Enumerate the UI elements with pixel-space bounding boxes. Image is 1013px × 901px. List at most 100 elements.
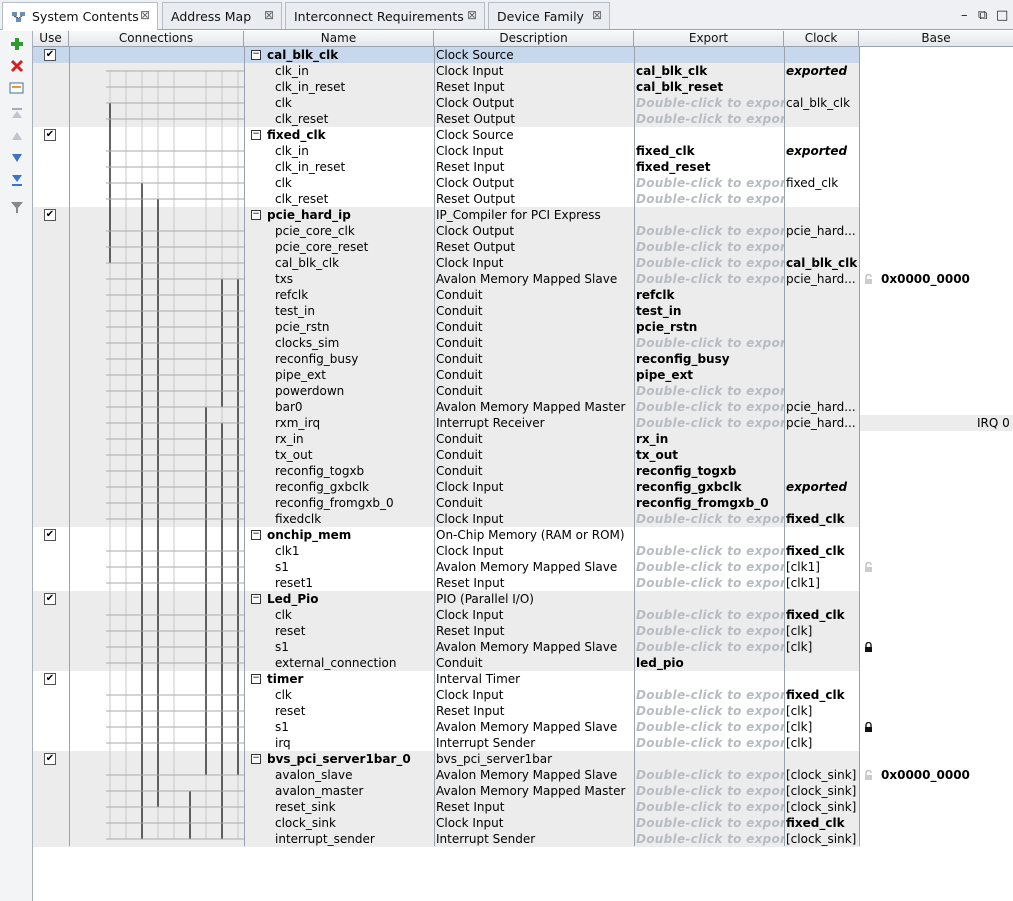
clock-cell[interactable]: [clk1] <box>786 575 859 591</box>
clock-cell[interactable]: fixed_clk <box>786 687 859 703</box>
export-cell[interactable]: Double-click to export <box>636 415 784 431</box>
clock-cell[interactable] <box>786 287 859 303</box>
remove-icon[interactable] <box>7 56 27 76</box>
collapse-toggle-icon[interactable]: − <box>251 674 261 684</box>
export-cell[interactable]: Double-click to export <box>636 543 784 559</box>
export-cell[interactable]: Double-click to export <box>636 703 784 719</box>
use-checkbox[interactable]: ✔ <box>44 129 56 141</box>
clock-cell[interactable]: fixed_clk <box>786 815 859 831</box>
tab-system-contents[interactable]: System Contents ⊠ <box>2 2 158 30</box>
export-cell[interactable]: fixed_reset <box>636 159 784 175</box>
clock-cell[interactable]: [clk1] <box>786 559 859 575</box>
clock-cell[interactable] <box>786 751 859 767</box>
export-cell[interactable]: Double-click to export <box>636 175 784 191</box>
collapse-toggle-icon[interactable]: − <box>251 754 261 764</box>
export-cell[interactable] <box>636 47 784 63</box>
export-cell[interactable]: Double-click to export <box>636 223 784 239</box>
export-cell[interactable]: Double-click to export <box>636 399 784 415</box>
export-cell[interactable]: pipe_ext <box>636 367 784 383</box>
export-cell[interactable]: Double-click to export <box>636 799 784 815</box>
clock-cell[interactable]: [clk] <box>786 639 859 655</box>
close-icon[interactable]: ⊠ <box>592 8 602 22</box>
clock-cell[interactable]: pcie_hard... <box>786 415 859 431</box>
export-cell[interactable]: Double-click to export <box>636 271 784 287</box>
export-cell[interactable]: Double-click to export <box>636 95 784 111</box>
export-cell[interactable] <box>636 527 784 543</box>
connections-wires[interactable] <box>70 47 245 862</box>
edit-icon[interactable] <box>7 78 27 98</box>
clock-cell[interactable]: exported <box>786 143 859 159</box>
export-cell[interactable]: Double-click to export <box>636 239 784 255</box>
unlock-icon[interactable] <box>864 561 873 572</box>
clock-cell[interactable]: fixed_clk <box>786 543 859 559</box>
export-cell[interactable]: Double-click to export <box>636 335 784 351</box>
col-export[interactable]: Export <box>634 31 784 47</box>
clock-cell[interactable] <box>786 239 859 255</box>
clock-cell[interactable] <box>786 79 859 95</box>
clock-cell[interactable] <box>786 191 859 207</box>
export-cell[interactable]: cal_blk_reset <box>636 79 784 95</box>
collapse-toggle-icon[interactable]: − <box>251 50 261 60</box>
clock-cell[interactable] <box>786 431 859 447</box>
add-icon[interactable] <box>7 34 27 54</box>
col-base[interactable]: Base <box>859 31 1013 47</box>
clock-cell[interactable] <box>786 671 859 687</box>
export-cell[interactable]: Double-click to export <box>636 607 784 623</box>
clock-cell[interactable] <box>786 383 859 399</box>
lock-icon[interactable] <box>864 721 873 732</box>
col-description[interactable]: Description <box>434 31 634 47</box>
export-cell[interactable]: Double-click to export <box>636 575 784 591</box>
clock-cell[interactable]: exported <box>786 63 859 79</box>
tab-device-family[interactable]: Device Family ⊠ <box>488 2 610 29</box>
export-cell[interactable]: tx_out <box>636 447 784 463</box>
export-cell[interactable]: refclk <box>636 287 784 303</box>
unlock-icon[interactable] <box>864 273 873 284</box>
clock-cell[interactable] <box>786 367 859 383</box>
move-bottom-icon[interactable] <box>7 170 27 190</box>
use-checkbox[interactable]: ✔ <box>44 593 56 605</box>
export-cell[interactable]: Double-click to export <box>636 255 784 271</box>
export-cell[interactable]: reconfig_gxbclk <box>636 479 784 495</box>
clock-cell[interactable]: fixed_clk <box>786 607 859 623</box>
export-cell[interactable]: Double-click to export <box>636 735 784 751</box>
export-cell[interactable]: Double-click to export <box>636 831 784 847</box>
export-cell[interactable]: Double-click to export <box>636 559 784 575</box>
close-icon[interactable]: ⊠ <box>467 8 477 22</box>
clock-cell[interactable] <box>786 655 859 671</box>
lock-icon[interactable] <box>864 641 873 652</box>
clock-cell[interactable] <box>786 463 859 479</box>
clock-cell[interactable] <box>786 495 859 511</box>
export-cell[interactable] <box>636 751 784 767</box>
export-cell[interactable]: Double-click to export <box>636 383 784 399</box>
clock-cell[interactable]: [clk] <box>786 735 859 751</box>
export-cell[interactable] <box>636 127 784 143</box>
clock-cell[interactable]: cal_blk_clk <box>786 255 859 271</box>
use-checkbox[interactable]: ✔ <box>44 753 56 765</box>
clock-cell[interactable]: pcie_hard... <box>786 399 859 415</box>
clock-cell[interactable]: pcie_hard... <box>786 223 859 239</box>
clock-cell[interactable]: pcie_hard... <box>786 271 859 287</box>
clock-cell[interactable]: fixed_clk <box>786 511 859 527</box>
col-clock[interactable]: Clock <box>784 31 859 47</box>
move-top-icon[interactable] <box>7 104 27 124</box>
export-cell[interactable]: Double-click to export <box>636 639 784 655</box>
export-cell[interactable] <box>636 207 784 223</box>
clock-cell[interactable]: [clk] <box>786 719 859 735</box>
export-cell[interactable]: Double-click to export <box>636 783 784 799</box>
minimize-icon[interactable]: – <box>961 8 968 23</box>
export-cell[interactable]: reconfig_togxb <box>636 463 784 479</box>
restore-icon[interactable]: ⧉ <box>978 8 987 23</box>
use-checkbox[interactable]: ✔ <box>44 209 56 221</box>
use-checkbox[interactable]: ✔ <box>44 529 56 541</box>
export-cell[interactable]: Double-click to export <box>636 719 784 735</box>
unlock-icon[interactable] <box>864 769 873 780</box>
export-cell[interactable]: Double-click to export <box>636 511 784 527</box>
clock-cell[interactable]: exported <box>786 479 859 495</box>
close-icon[interactable]: ⊠ <box>264 8 274 22</box>
base-address[interactable]: 0x0000_0000 <box>881 271 1011 287</box>
export-cell[interactable]: rx_in <box>636 431 784 447</box>
export-cell[interactable]: reconfig_busy <box>636 351 784 367</box>
clock-cell[interactable]: fixed_clk <box>786 175 859 191</box>
use-checkbox[interactable]: ✔ <box>44 673 56 685</box>
close-icon[interactable]: ⊠ <box>140 8 150 22</box>
